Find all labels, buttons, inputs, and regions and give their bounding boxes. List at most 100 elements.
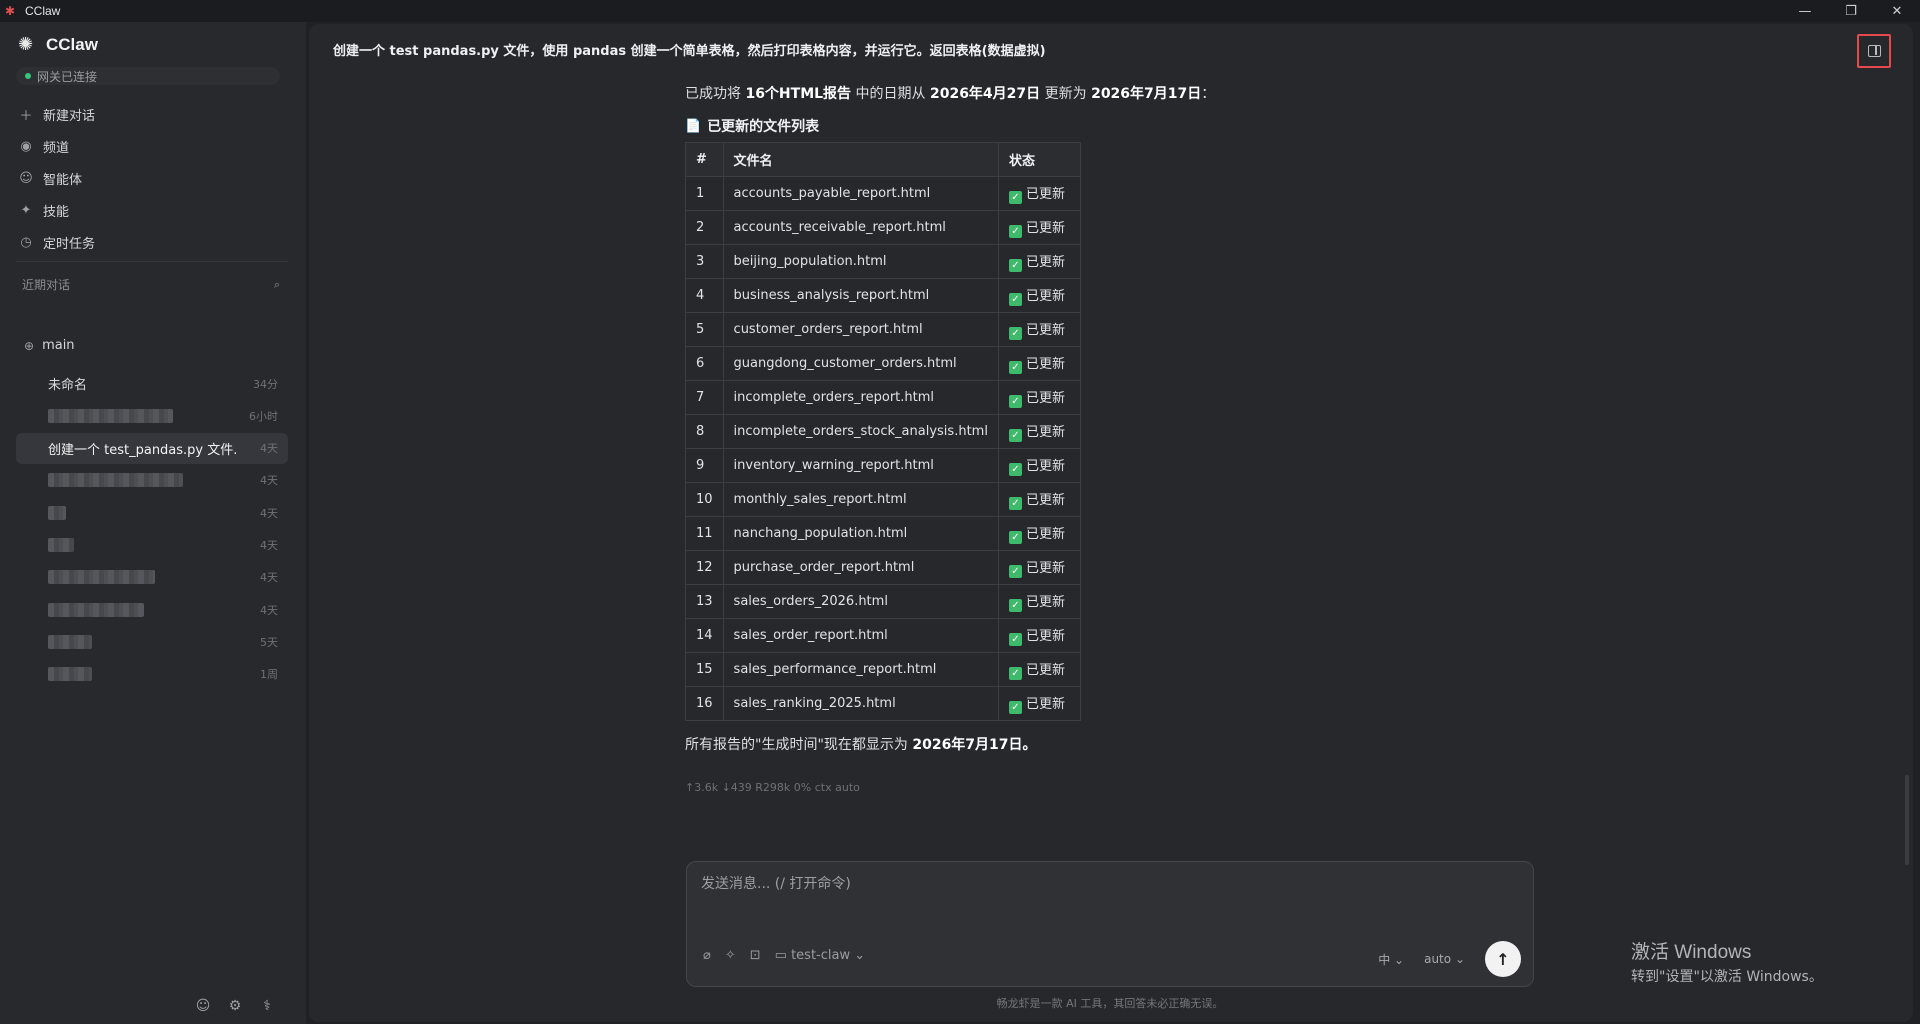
- panel-toggle-button[interactable]: [1857, 34, 1891, 68]
- chat-title: 创建一个 test pandas.py 文件，使用 pandas 创建一个简单表…: [333, 44, 1046, 59]
- message-input[interactable]: 发送消息... (/ 打开命令): [701, 873, 851, 893]
- message-composer[interactable]: 发送消息... (/ 打开命令) ⌀ ✧ ⊡ ▭ test-claw ⌄ 中 ⌄…: [686, 861, 1534, 987]
- redacted-title: [48, 570, 155, 585]
- sidebar-item-new-chat[interactable]: ＋ 新建对话: [16, 98, 286, 130]
- row-index: 14: [685, 618, 724, 653]
- restore-button[interactable]: ❐: [1828, 0, 1874, 22]
- send-button[interactable]: ↑: [1485, 941, 1521, 977]
- conversation-item[interactable]: 4天: [16, 562, 288, 593]
- status-label: 已更新: [1025, 221, 1065, 236]
- check-icon: ✓: [1008, 497, 1022, 510]
- row-filename: guangdong_customer_orders.html: [722, 346, 999, 381]
- intro-text: 中的日期从: [851, 86, 930, 102]
- status-label: 已更新: [1025, 561, 1065, 576]
- intro-text: ：: [1201, 86, 1216, 102]
- check-icon: ✓: [1008, 225, 1022, 238]
- row-filename: sales_order_report.html: [722, 618, 999, 653]
- status-label: 已更新: [1025, 289, 1065, 304]
- check-icon: ✓: [1008, 463, 1022, 476]
- column-header-status: 状态: [997, 142, 1081, 177]
- row-status: ✓ 已更新: [997, 278, 1081, 313]
- sidebar-item-scheduled-tasks[interactable]: ◷ 定时任务: [16, 226, 286, 258]
- row-filename: accounts_payable_report.html: [722, 176, 999, 211]
- sidebar-item-agents[interactable]: ☺ 智能体: [16, 162, 286, 194]
- row-status: ✓ 已更新: [997, 550, 1081, 585]
- file-list-heading-text: 已更新的文件列表: [707, 119, 820, 135]
- status-label: 已更新: [1025, 459, 1065, 474]
- table-row: 11 nanchang_population.html ✓ 已更新: [685, 516, 1081, 551]
- conversation-item[interactable]: 4天: [16, 594, 288, 625]
- scrollbar[interactable]: [1905, 775, 1909, 865]
- status-dot-icon: [25, 73, 31, 79]
- sidebar-item-label: 定时任务: [43, 236, 96, 252]
- status-label: 已更新: [1025, 391, 1065, 406]
- paperclip-icon[interactable]: ⌀: [703, 948, 711, 963]
- conversation-time: 4天: [260, 506, 278, 520]
- status-label: 已更新: [1025, 663, 1065, 678]
- row-filename: customer_orders_report.html: [722, 312, 999, 347]
- status-label: 已更新: [1025, 255, 1065, 270]
- column-header-index: #: [685, 142, 724, 177]
- model-selector[interactable]: auto ⌄: [1424, 952, 1465, 966]
- table-row: 15 sales_performance_report.html ✓ 已更新: [685, 652, 1081, 687]
- sparkle-icon[interactable]: ✧: [725, 948, 736, 963]
- row-status: ✓ 已更新: [997, 482, 1081, 517]
- conversation-item[interactable]: 4天: [16, 497, 288, 528]
- language-value: 中: [1378, 952, 1391, 967]
- status-label: 已更新: [1025, 357, 1065, 372]
- table-row: 10 monthly_sales_report.html ✓ 已更新: [685, 482, 1081, 517]
- row-index: 8: [685, 414, 724, 449]
- conversation-time: 6小时: [249, 409, 278, 423]
- language-selector[interactable]: 中 ⌄: [1378, 951, 1404, 968]
- agent-icon: ☺: [19, 170, 33, 186]
- row-status: ✓ 已更新: [997, 312, 1081, 347]
- intro-bold-old-date: 2026年4月27日: [929, 86, 1041, 102]
- row-index: 3: [685, 244, 724, 279]
- conversation-item-active[interactable]: 创建一个 test_pandas.py 文件... 4天: [16, 432, 288, 464]
- search-icon[interactable]: ⌕: [274, 278, 280, 292]
- chevron-down-icon: ⌄: [1454, 952, 1465, 966]
- chevron-down-icon: ⌄: [1394, 952, 1405, 967]
- table-row: 14 sales_order_report.html ✓ 已更新: [685, 618, 1081, 653]
- updated-files-table: # 文件名 状态 1 accounts_payable_report.html ✓ 已…: [685, 142, 1081, 721]
- sidebar-item-skills[interactable]: ✦ 技能: [16, 194, 286, 226]
- user-icon[interactable]: ☺: [194, 997, 212, 1015]
- conversation-item[interactable]: 4天: [16, 529, 288, 560]
- row-status: ✓ 已更新: [997, 686, 1081, 721]
- conversation-time: 4天: [260, 603, 278, 617]
- intro-bold-count: 16个HTML报告: [745, 86, 852, 102]
- row-index: 15: [685, 652, 724, 687]
- minimize-button[interactable]: —: [1782, 0, 1828, 22]
- conversation-item[interactable]: 4天: [16, 465, 288, 496]
- broadcast-icon: ◉: [20, 138, 32, 154]
- check-icon: ✓: [1008, 361, 1022, 374]
- conversation-group-main[interactable]: ⊕ main: [24, 338, 75, 353]
- row-index: 7: [685, 380, 724, 415]
- conversation-time: 34分: [253, 377, 278, 391]
- status-label: 已更新: [1025, 527, 1065, 542]
- project-name: test-claw: [791, 948, 851, 963]
- gear-icon[interactable]: ⚙: [226, 997, 244, 1015]
- conversation-item[interactable]: 1周: [16, 659, 288, 690]
- conversation-item[interactable]: 5天: [16, 626, 288, 657]
- clock-icon: ◷: [20, 234, 32, 250]
- conversation-time: 4天: [260, 571, 278, 585]
- check-icon: ✓: [1008, 531, 1022, 544]
- watermark-line2: 转到"设置"以激活 Windows。: [1631, 969, 1823, 985]
- sidebar-item-channels[interactable]: ◉ 频道: [16, 130, 286, 162]
- conversation-item[interactable]: 未命名 34分: [16, 368, 288, 399]
- robot-icon[interactable]: ⊡: [750, 948, 761, 963]
- conversation-item[interactable]: 6小时: [16, 400, 288, 431]
- group-name: main: [42, 338, 75, 353]
- intro-text: 更新为: [1040, 86, 1092, 102]
- recent-header: 近期对话 ⌕: [22, 276, 280, 293]
- row-status: ✓ 已更新: [997, 652, 1081, 687]
- row-status: ✓ 已更新: [997, 346, 1081, 381]
- brand[interactable]: ✺ CClaw: [18, 34, 98, 56]
- row-filename: monthly_sales_report.html: [722, 482, 999, 517]
- window-controls: — ❐ ✕: [1782, 0, 1920, 22]
- project-selector[interactable]: ▭ test-claw ⌄: [775, 948, 866, 963]
- stethoscope-icon[interactable]: ⚕: [258, 997, 276, 1015]
- close-button[interactable]: ✕: [1874, 0, 1920, 22]
- table-row: 7 incomplete_orders_report.html ✓ 已更新: [685, 380, 1081, 415]
